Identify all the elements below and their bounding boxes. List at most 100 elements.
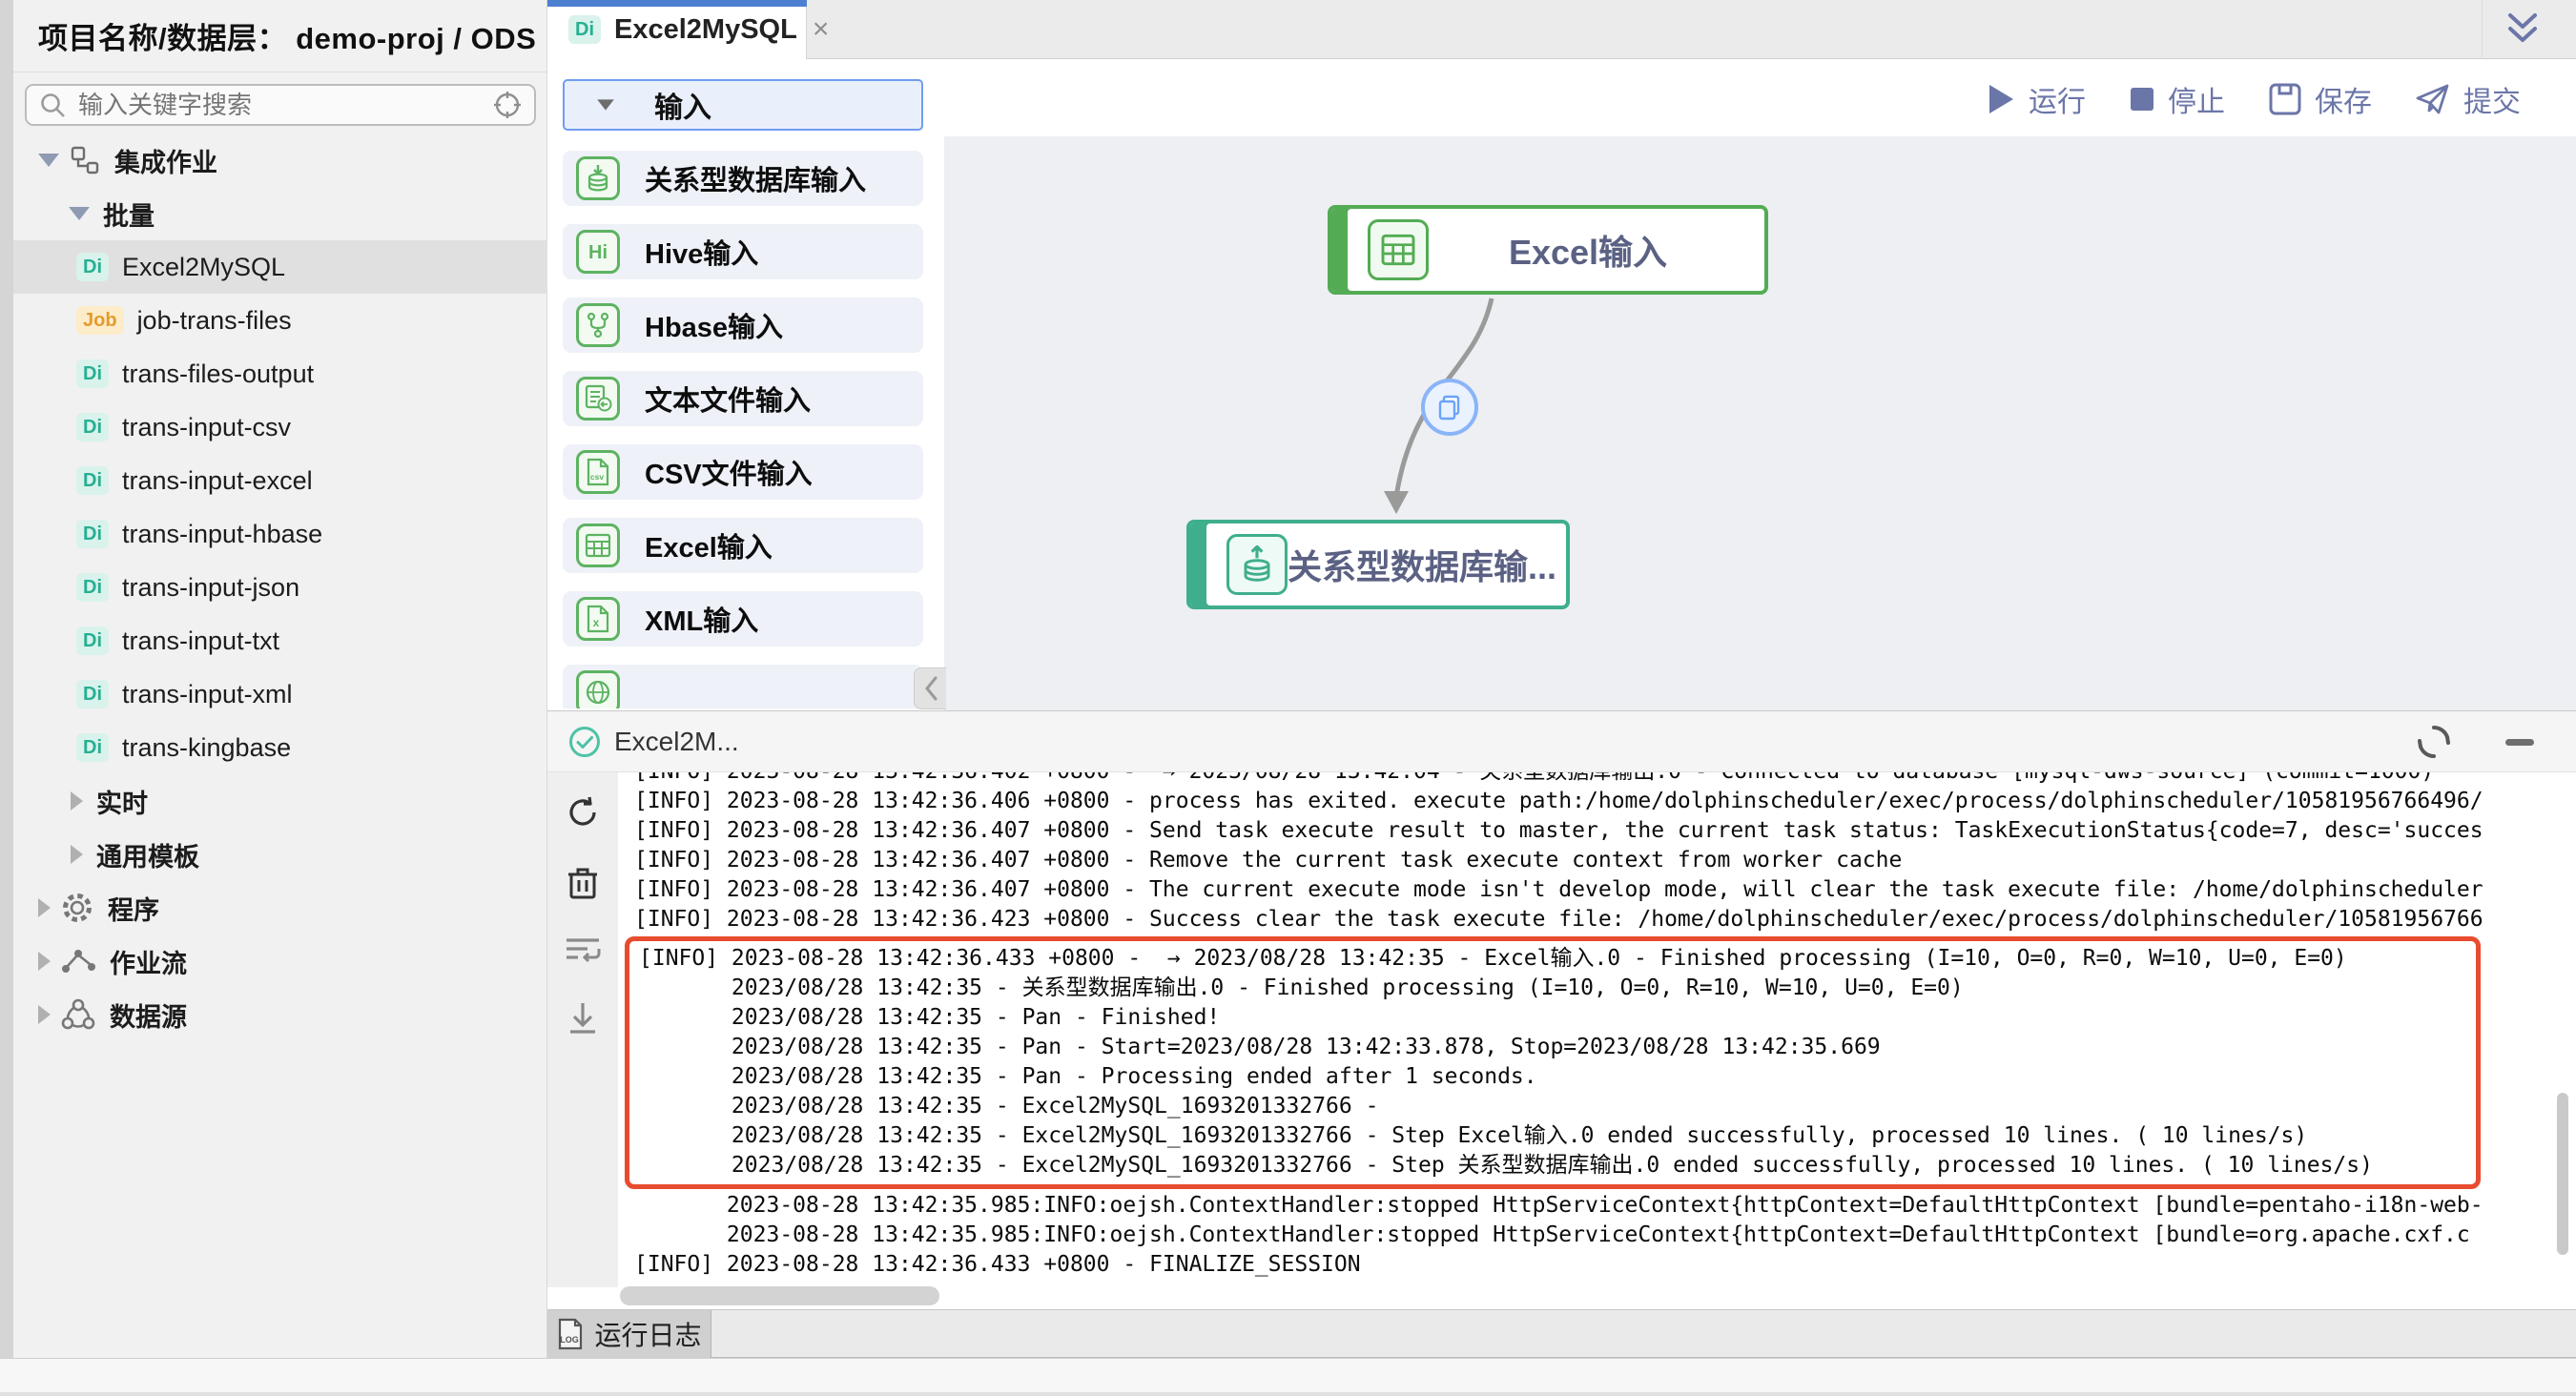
chevron-right-icon[interactable] <box>38 1005 51 1024</box>
chevron-down-icon <box>597 99 614 110</box>
sidebar-item-realtime[interactable]: 实时 <box>13 774 547 828</box>
di-badge: Di <box>76 573 109 602</box>
save-button[interactable]: 保存 <box>2269 78 2372 120</box>
log-toolbar <box>547 772 618 1287</box>
panel-collapse-handle[interactable] <box>914 667 946 709</box>
sidebar-item-trans-input-hbase[interactable]: Di trans-input-hbase <box>13 507 547 561</box>
active-tab-accent <box>547 0 807 7</box>
sidebar-item-integration-jobs[interactable]: 集成作业 <box>13 133 547 187</box>
sidebar-item-trans-input-json[interactable]: Di trans-input-json <box>13 561 547 614</box>
app-window: 项目名称/数据层： demo-proj / ODS 集成作业 批量 Di Exc… <box>0 0 2576 1396</box>
sidebar-item-trans-kingbase[interactable]: Di trans-kingbase <box>13 721 547 774</box>
log-panel-header[interactable]: Excel2M... <box>547 711 2576 772</box>
tab-run-log[interactable]: LOG 运行日志 <box>547 1310 711 1358</box>
trash-icon[interactable] <box>567 866 599 900</box>
log-lines-top: [INFO] 2023-08-28 13:42:36.402 +0800 - →… <box>634 772 2561 934</box>
sidebar-item-programs[interactable]: 程序 <box>13 881 547 934</box>
edge-copy-badge[interactable] <box>1421 379 1478 436</box>
palette-item-excel-input[interactable]: Excel输入 <box>563 518 923 573</box>
sidebar-item-excel2mysql[interactable]: Di Excel2MySQL <box>13 240 547 294</box>
stop-button[interactable]: 停止 <box>2130 78 2225 120</box>
search-icon <box>38 91 67 119</box>
sidebar-item-workflows[interactable]: 作业流 <box>13 934 547 988</box>
palette-item-xml-input[interactable]: x XML输入 <box>563 591 923 647</box>
hive-icon: Hi <box>576 230 620 274</box>
palette-item-label: 关系型数据库输入 <box>645 158 866 198</box>
sidebar-item-trans-input-csv[interactable]: Di trans-input-csv <box>13 400 547 454</box>
tree-item-label: trans-input-hbase <box>122 520 322 549</box>
workflow-icon <box>60 944 96 978</box>
run-button[interactable]: 运行 <box>1987 78 2086 120</box>
tab-run-log-label: 运行日志 <box>594 1315 701 1353</box>
run-toolbar: 运行 停止 保存 提交 <box>1987 78 2521 120</box>
chevron-right-icon[interactable] <box>71 845 83 864</box>
tree-item-label: trans-input-csv <box>122 413 291 442</box>
job-badge: Job <box>76 306 124 335</box>
sidebar-header: 项目名称/数据层： demo-proj / ODS <box>13 0 546 72</box>
tree-item-label: 通用模板 <box>96 836 199 873</box>
excel-grid-icon <box>576 524 620 567</box>
node-excel-input[interactable]: Excel输入 <box>1328 205 1768 295</box>
sidebar-item-trans-input-txt[interactable]: Di trans-input-txt <box>13 614 547 667</box>
database-output-icon <box>1226 534 1288 595</box>
log-output[interactable]: [INFO] 2023-08-28 13:42:36.402 +0800 - →… <box>618 772 2576 1287</box>
sidebar-item-datasources[interactable]: 数据源 <box>13 988 547 1041</box>
sidebar-item-common-templates[interactable]: 通用模板 <box>13 828 547 881</box>
tree-item-label: 数据源 <box>110 996 187 1034</box>
chevron-right-icon[interactable] <box>71 791 83 811</box>
di-badge: Di <box>76 680 109 708</box>
chevron-down-icon[interactable] <box>69 207 90 220</box>
copy-icon <box>1435 393 1464 421</box>
di-badge: Di <box>76 466 109 495</box>
tree-item-label: 作业流 <box>110 943 187 980</box>
di-badge: Di <box>76 253 109 281</box>
log-panel-title: Excel2M... <box>614 727 739 757</box>
palette-item-partial[interactable] <box>563 665 923 708</box>
search-box[interactable] <box>25 84 536 126</box>
chevron-right-icon[interactable] <box>38 952 51 971</box>
locate-filter-icon[interactable] <box>492 90 523 120</box>
collapse-panel-chevrons-icon[interactable] <box>2501 8 2545 51</box>
di-badge: Di <box>76 359 109 388</box>
tree-item-label: job-trans-files <box>137 306 292 336</box>
di-badge: Di <box>568 15 601 44</box>
horizontal-scrollbar[interactable] <box>620 1286 939 1305</box>
palette-group-input[interactable]: 输入 <box>563 79 923 131</box>
submit-button[interactable]: 提交 <box>2416 78 2521 120</box>
palette-item-textfile-input[interactable]: 文本文件输入 <box>563 371 923 426</box>
sidebar-item-trans-input-xml[interactable]: Di trans-input-xml <box>13 667 547 721</box>
palette-item-rdb-input[interactable]: 关系型数据库输入 <box>563 151 923 206</box>
run-label: 运行 <box>2029 78 2086 120</box>
tab-close-icon[interactable]: × <box>813 13 830 46</box>
sidebar-item-trans-input-excel[interactable]: Di trans-input-excel <box>13 454 547 507</box>
project-title: 项目名称/数据层： demo-proj / ODS <box>38 14 536 57</box>
svg-text:x: x <box>593 616 600 629</box>
download-icon[interactable] <box>567 1001 599 1036</box>
refresh-icon[interactable] <box>566 795 600 830</box>
di-badge: Di <box>76 520 109 548</box>
node-rdb-output[interactable]: 关系型数据库输... <box>1186 520 1570 609</box>
flow-canvas[interactable]: Excel输入 关系型数据库输... <box>944 136 2576 710</box>
palette-item-hbase-input[interactable]: Hbase输入 <box>563 298 923 353</box>
palette-item-csv-input[interactable]: csv CSV文件输入 <box>563 444 923 500</box>
palette-item-hive-input[interactable]: Hi Hive输入 <box>563 224 923 279</box>
sync-spinner-icon[interactable] <box>2416 724 2452 760</box>
tab-excel2mysql[interactable]: Di Excel2MySQL × <box>547 0 807 59</box>
stop-label: 停止 <box>2168 78 2225 120</box>
node-palette: 输入 关系型数据库输入 Hi Hive输入 Hbase输入 文本文件输入 csv… <box>563 79 925 708</box>
sidebar-item-job-trans-files[interactable]: Job job-trans-files <box>13 294 547 347</box>
globe-icon <box>576 670 620 708</box>
log-highlight-box: [INFO] 2023-08-28 13:42:36.433 +0800 - →… <box>625 936 2481 1189</box>
chevron-down-icon[interactable] <box>38 154 59 167</box>
sidebar-item-batch[interactable]: 批量 <box>13 187 547 240</box>
search-input[interactable] <box>78 91 492 120</box>
palette-item-label: Hive输入 <box>645 232 758 272</box>
chevron-right-icon[interactable] <box>38 898 51 917</box>
minimize-icon[interactable] <box>2502 724 2538 760</box>
word-wrap-icon[interactable] <box>565 936 601 965</box>
vertical-scrollbar[interactable] <box>2557 1093 2568 1255</box>
sidebar-item-trans-files-output[interactable]: Di trans-files-output <box>13 347 547 400</box>
tree-item-label: 集成作业 <box>114 142 217 179</box>
sidebar: 项目名称/数据层： demo-proj / ODS 集成作业 批量 Di Exc… <box>13 0 547 1358</box>
text-file-icon <box>576 377 620 421</box>
